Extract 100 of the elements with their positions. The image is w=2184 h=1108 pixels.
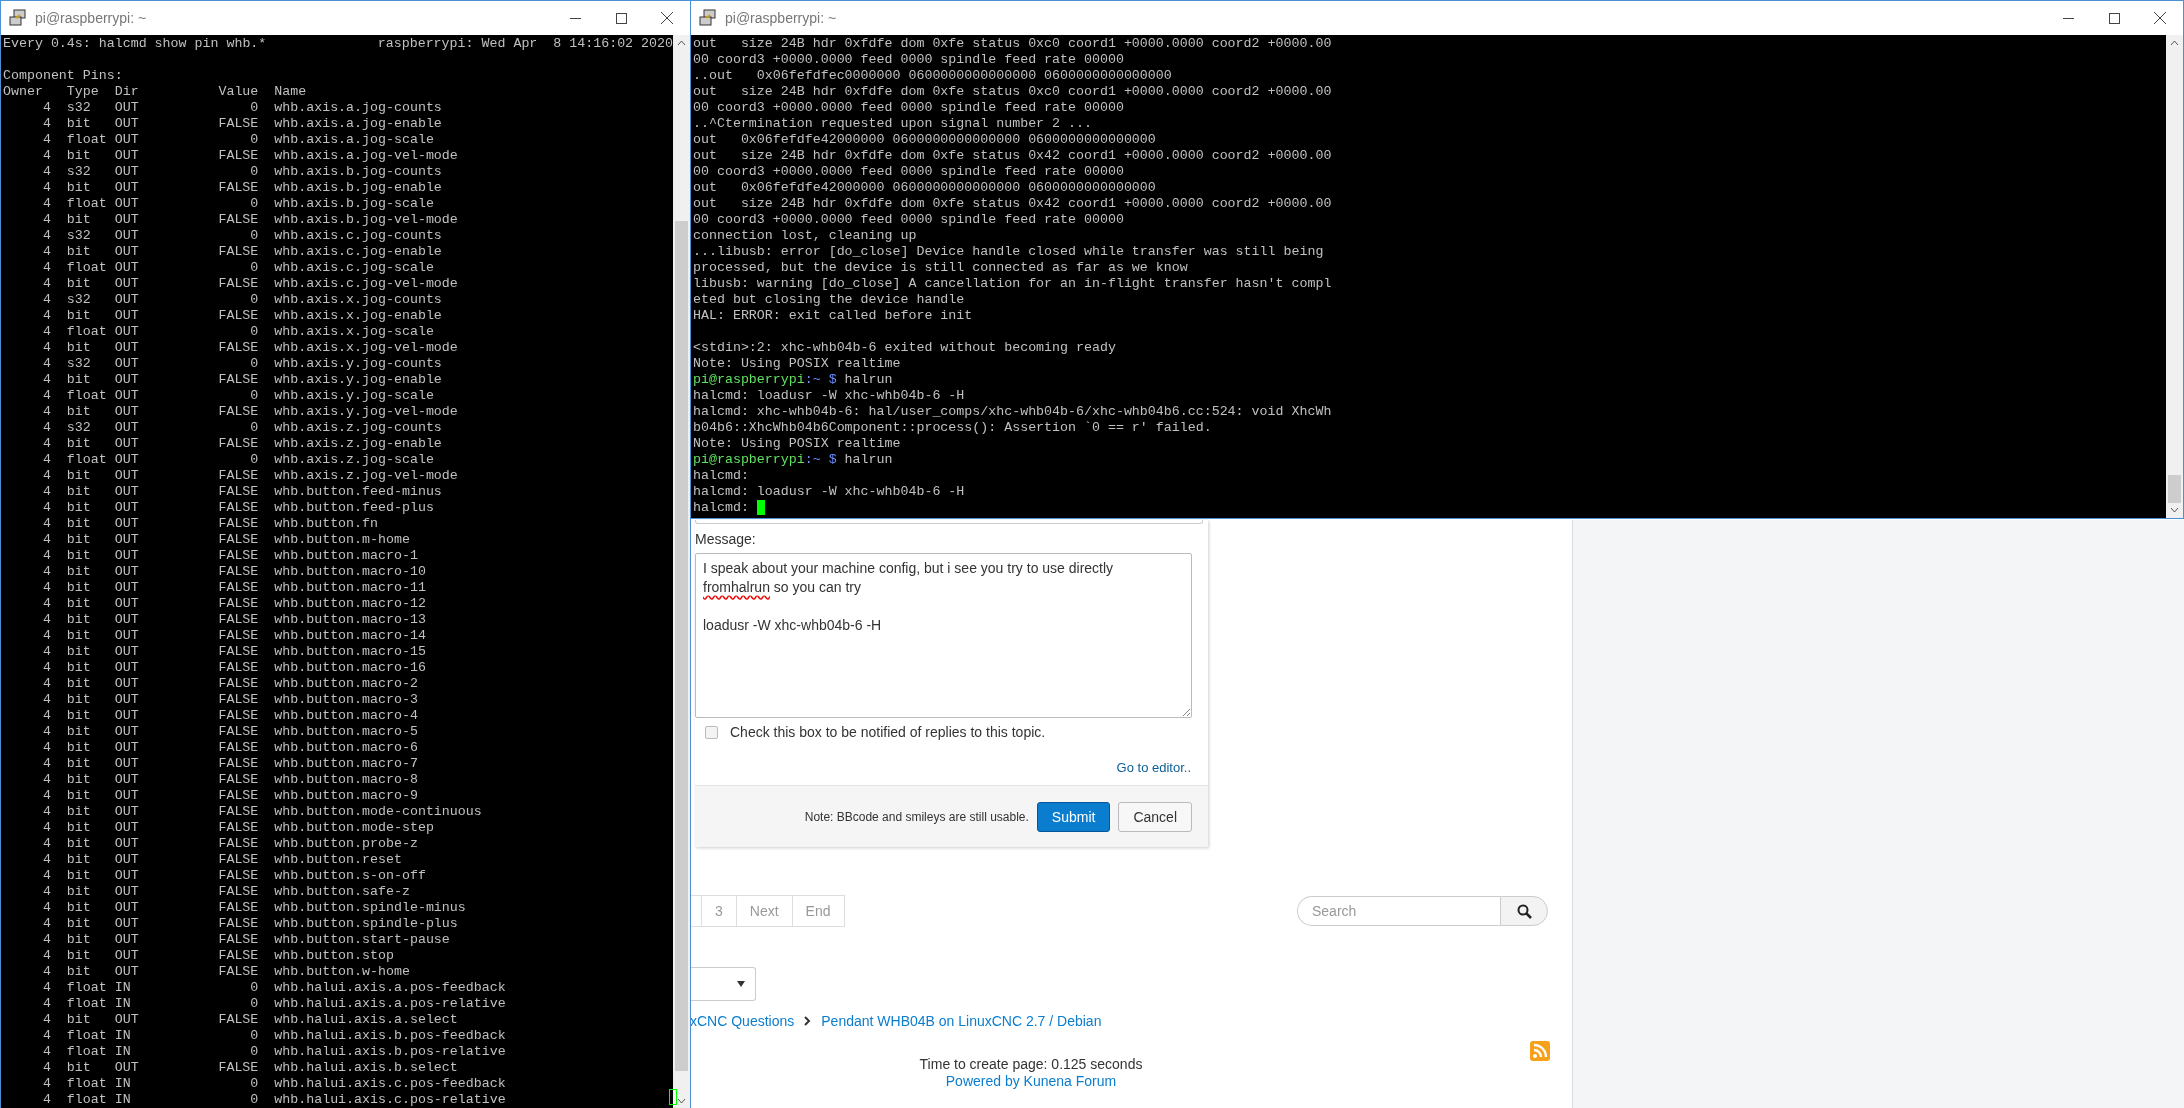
- pagination-button[interactable]: 3: [701, 895, 737, 927]
- table-cell: whb.axis.x.jog-scale: [274, 324, 434, 340]
- table-cell: bit: [66, 436, 91, 452]
- message-textarea[interactable]: I speak about your machine config, but i see you try to use directly fromhalrun so you can try loadusr -W xhc-whb04b-6 -H: [695, 553, 1192, 718]
- search-button[interactable]: [1500, 896, 1548, 926]
- editor-link[interactable]: Go to editor..: [1116, 760, 1191, 775]
- terminal-line: halcmd: loadusr -W xhc-whb04b-6 -H: [693, 484, 966, 500]
- table-cell: s32: [66, 292, 91, 308]
- table-cell: OUT: [114, 356, 139, 372]
- table-cell: FALSE: [218, 244, 259, 260]
- scrollbar[interactable]: [2166, 35, 2183, 518]
- table-cell: FALSE: [218, 964, 259, 980]
- subject-field[interactable]: [695, 520, 1203, 524]
- table-cell: bit: [66, 692, 91, 708]
- table-cell: whb.button.feed-plus: [274, 500, 434, 516]
- table-cell: bit: [66, 724, 91, 740]
- table-cell: whb.axis.c.jog-vel-mode: [274, 276, 458, 292]
- table-cell: whb.halui.axis.a.select: [274, 1012, 458, 1028]
- table-cell: whb.axis.y.jog-counts: [274, 356, 442, 372]
- table-cell: OUT: [114, 852, 139, 868]
- table-cell: OUT: [114, 324, 139, 340]
- pagination-button[interactable]: Next: [735, 895, 793, 927]
- notify-checkbox[interactable]: [705, 725, 718, 739]
- table-cell: float: [66, 1028, 107, 1044]
- table-cell: 0: [250, 260, 259, 276]
- table-cell: OUT: [114, 308, 139, 324]
- table-cell: whb.axis.c.jog-counts: [274, 228, 442, 244]
- table-cell: 4: [42, 468, 51, 484]
- pagination-button[interactable]: End: [791, 895, 845, 927]
- powered-by-link[interactable]: Powered by Kunena Forum: [945, 1073, 1117, 1089]
- table-cell: 4: [42, 724, 51, 740]
- table-cell: bit: [66, 484, 91, 500]
- table-cell: float: [66, 260, 107, 276]
- table-cell: whb.axis.y.jog-enable: [274, 372, 442, 388]
- cancel-button[interactable]: Cancel: [1118, 801, 1192, 832]
- table-cell: whb.axis.b.jog-enable: [274, 180, 442, 196]
- table-cell: bit: [66, 148, 91, 164]
- resize-grip-icon[interactable]: [1182, 708, 1190, 716]
- table-cell: OUT: [114, 388, 139, 404]
- table-cell: FALSE: [218, 468, 259, 484]
- window-title: pi@raspberrypi: ~: [725, 10, 838, 26]
- table-cell: 4: [42, 356, 51, 372]
- terminal-line: out size 24B hdr 0xfdfe dom 0xfe status 0x42 coord1 +0000.0000 coord2 +0000.00: [693, 196, 1333, 212]
- table-cell: bit: [66, 884, 91, 900]
- table-cell: 0: [250, 1076, 259, 1092]
- scrollbar[interactable]: [673, 35, 690, 1108]
- table-cell: OUT: [114, 1060, 139, 1076]
- table-cell: 4: [42, 660, 51, 676]
- terminal-line: out size 24B hdr 0xfdfe dom 0xfe status 0xc0 coord1 +0000.0000 coord2 +0000.00: [693, 36, 1333, 52]
- table-cell: whb.halui.axis.c.pos-feedback: [274, 1076, 506, 1092]
- search-field[interactable]: Search: [1297, 896, 1500, 926]
- table-cell: whb.button.s-on-off: [274, 868, 426, 884]
- table-cell: 0: [250, 292, 259, 308]
- table-cell: whb.button.probe-z: [274, 836, 418, 852]
- table-cell: whb.button.macro-6: [274, 740, 418, 756]
- table-cell: bit: [66, 804, 91, 820]
- table-cell: FALSE: [218, 660, 259, 676]
- terminal-line: processed, but the device is still connected as far as we know: [693, 260, 1189, 276]
- cursor-icon: [756, 500, 765, 515]
- table-cell: whb.button.reset: [274, 852, 402, 868]
- breadcrumb-link[interactable]: Pendant WHB04B on LinuxCNC 2.7 / Debian: [821, 1013, 1102, 1029]
- table-cell: FALSE: [218, 116, 259, 132]
- table-cell: 4: [42, 436, 51, 452]
- table-cell: whb.button.macro-1: [274, 548, 418, 564]
- table-cell: float: [66, 1092, 107, 1108]
- scrollbar-thumb[interactable]: [2168, 475, 2181, 503]
- table-cell: whb.button.macro-2: [274, 676, 418, 692]
- table-cell: whb.button.macro-9: [274, 788, 418, 804]
- table-cell: whb.button.feed-minus: [274, 484, 442, 500]
- table-cell: OUT: [114, 756, 139, 772]
- table-cell: 4: [42, 196, 51, 212]
- table-cell: whb.button.stop: [274, 948, 394, 964]
- rss-icon[interactable]: [1530, 1041, 1550, 1061]
- table-cell: 4: [42, 580, 51, 596]
- table-cell: bit: [66, 868, 91, 884]
- table-cell: FALSE: [218, 868, 259, 884]
- table-cell: FALSE: [218, 276, 259, 292]
- scrollbar-thumb[interactable]: [675, 221, 688, 1071]
- table-cell: OUT: [114, 884, 139, 900]
- table-cell: FALSE: [218, 788, 259, 804]
- submit-button[interactable]: Submit: [1036, 801, 1111, 832]
- column-header: Type: [66, 84, 99, 100]
- table-cell: bit: [66, 500, 91, 516]
- terminal-line: out size 24B hdr 0xfdfe dom 0xfe status 0xc0 coord1 +0000.0000 coord2 +0000.00: [693, 84, 1333, 100]
- table-cell: bit: [66, 788, 91, 804]
- table-cell: OUT: [114, 692, 139, 708]
- breadcrumb-link[interactable]: xCNC Questions: [690, 1013, 795, 1029]
- table-cell: FALSE: [218, 548, 259, 564]
- chevron-up-icon: [677, 40, 686, 46]
- table-cell: OUT: [114, 612, 139, 628]
- table-cell: FALSE: [218, 372, 259, 388]
- table-cell: 4: [42, 772, 51, 788]
- table-cell: OUT: [114, 340, 139, 356]
- table-cell: bit: [66, 708, 91, 724]
- table-cell: FALSE: [218, 564, 259, 580]
- table-cell: s32: [66, 356, 91, 372]
- table-cell: 0: [250, 324, 259, 340]
- table-cell: FALSE: [218, 772, 259, 788]
- table-cell: whb.button.macro-7: [274, 756, 418, 772]
- table-cell: bit: [66, 308, 91, 324]
